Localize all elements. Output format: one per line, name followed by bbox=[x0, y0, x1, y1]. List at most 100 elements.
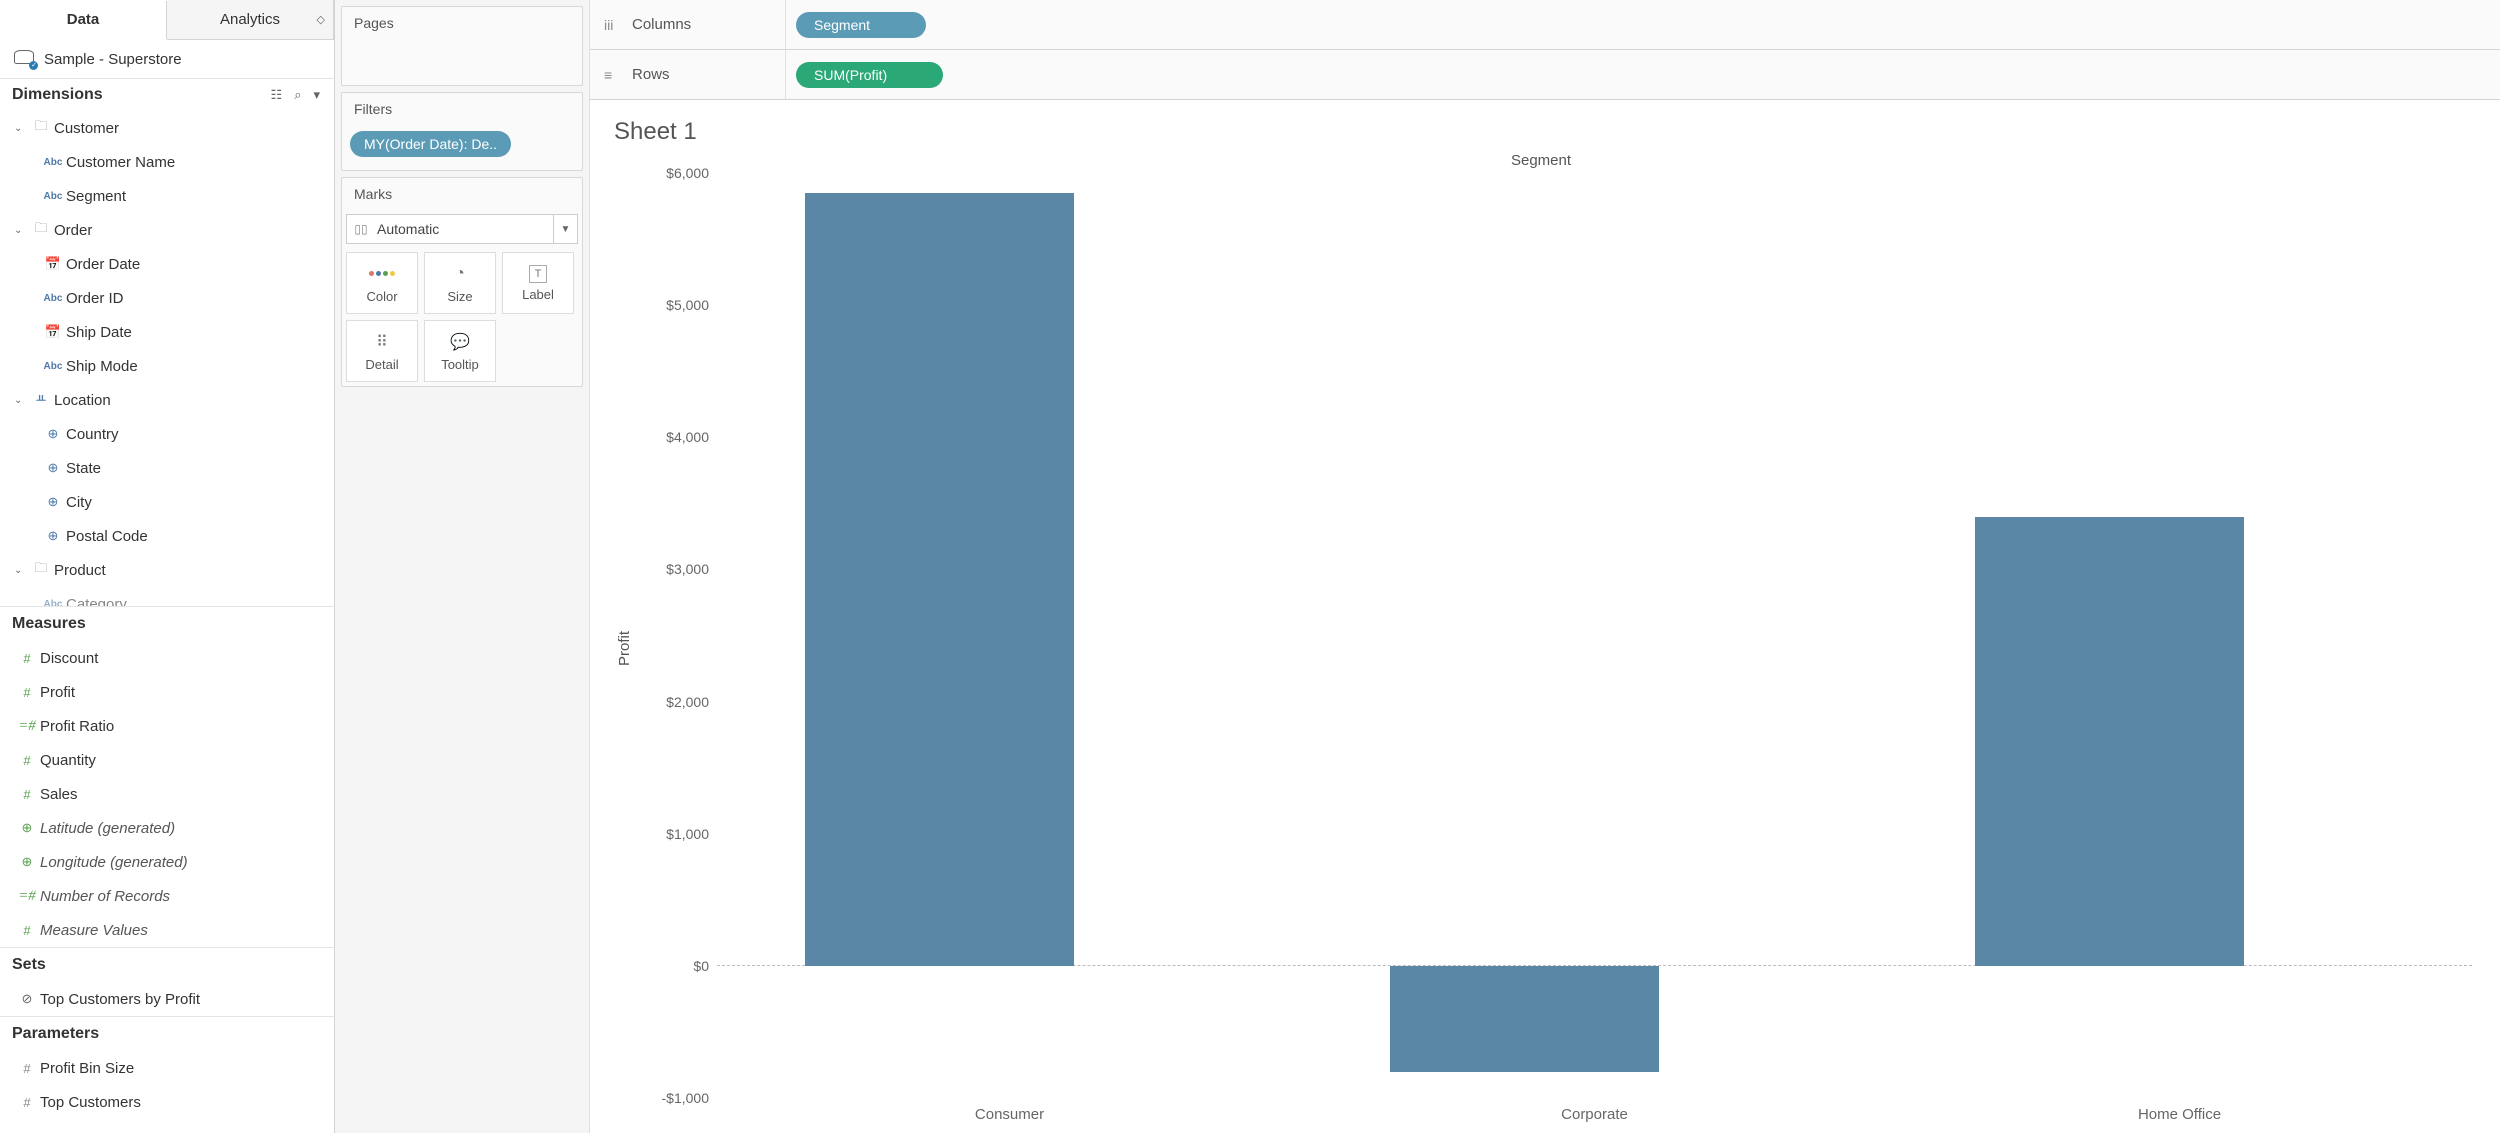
field-discount[interactable]: #Discount bbox=[0, 641, 334, 675]
globe-icon: ⊕ bbox=[40, 528, 66, 544]
filters-card[interactable]: Filters MY(Order Date): De.. bbox=[341, 92, 583, 171]
field-longitude[interactable]: ⊕Longitude (generated) bbox=[0, 845, 334, 879]
marks-color[interactable]: Color bbox=[346, 252, 418, 314]
sets-block: Sets ⊘Top Customers by Profit bbox=[0, 947, 334, 1016]
field-state[interactable]: ⊕State bbox=[0, 451, 334, 485]
field-profit-ratio[interactable]: =#Profit Ratio bbox=[0, 709, 334, 743]
y-axis-title: Profit bbox=[610, 173, 639, 1123]
bar[interactable] bbox=[805, 193, 1074, 966]
bar-icon: ▯▯ bbox=[347, 222, 375, 236]
hierarchy-location[interactable]: ⌄ᚇLocation bbox=[0, 383, 334, 417]
marks-type-label: Automatic bbox=[375, 221, 553, 237]
rows-pill-profit[interactable]: SUM(Profit) bbox=[796, 62, 943, 88]
datasource-name: Sample - Superstore bbox=[44, 51, 182, 68]
bar[interactable] bbox=[1390, 966, 1659, 1072]
y-tick: $2,000 bbox=[666, 694, 709, 710]
field-latitude[interactable]: ⊕Latitude (generated) bbox=[0, 811, 334, 845]
marks-size[interactable]: ◔ Size bbox=[424, 252, 496, 314]
field-measure-values[interactable]: #Measure Values bbox=[0, 913, 334, 947]
x-category: Home Office bbox=[1887, 1098, 2472, 1123]
number-icon: # bbox=[14, 753, 40, 768]
calc-icon: =# bbox=[14, 888, 40, 905]
bar[interactable] bbox=[1975, 517, 2244, 966]
abc-icon: Abc bbox=[40, 191, 66, 202]
folder-customer[interactable]: ⌄🗀Customer bbox=[0, 111, 334, 145]
folder-order[interactable]: ⌄🗀Order bbox=[0, 213, 334, 247]
number-icon: # bbox=[14, 651, 40, 666]
param-profit-bin[interactable]: #Profit Bin Size bbox=[0, 1051, 334, 1085]
x-category: Consumer bbox=[717, 1098, 1302, 1123]
dimensions-title: Dimensions bbox=[12, 86, 103, 104]
date-icon: 📅 bbox=[40, 256, 66, 272]
param-top-customers[interactable]: #Top Customers bbox=[0, 1085, 334, 1119]
tab-dropdown-icon[interactable]: ◇ bbox=[317, 13, 325, 26]
hierarchy-icon: ᚇ bbox=[28, 392, 54, 408]
marks-detail-label: Detail bbox=[365, 357, 398, 372]
field-ship-mode[interactable]: AbcShip Mode bbox=[0, 349, 334, 383]
field-label: Number of Records bbox=[40, 888, 170, 905]
sheet-title[interactable]: Sheet 1 bbox=[614, 118, 2472, 146]
set-top-customers[interactable]: ⊘Top Customers by Profit bbox=[0, 982, 334, 1016]
chevron-down-icon[interactable]: ▼ bbox=[553, 215, 577, 243]
number-icon: # bbox=[14, 1095, 40, 1110]
field-label: Sales bbox=[40, 786, 78, 803]
label-icon: T bbox=[529, 265, 547, 283]
y-tick: $3,000 bbox=[666, 561, 709, 577]
bars-container bbox=[717, 173, 2472, 1098]
datasource-row[interactable]: ✓ Sample - Superstore bbox=[0, 40, 334, 78]
folder-product[interactable]: ⌄🗀Product bbox=[0, 553, 334, 587]
marks-tooltip-label: Tooltip bbox=[441, 357, 479, 372]
field-ship-date[interactable]: 📅Ship Date bbox=[0, 315, 334, 349]
pages-card[interactable]: Pages bbox=[341, 6, 583, 86]
folder-label: Location bbox=[54, 392, 111, 409]
field-customer-name[interactable]: AbcCustomer Name bbox=[0, 145, 334, 179]
folder-icon: 🗀 bbox=[28, 219, 54, 241]
y-tick: -$1,000 bbox=[662, 1090, 709, 1106]
abc-icon: Abc bbox=[40, 293, 66, 304]
view-list-icon[interactable]: ☷ bbox=[269, 85, 285, 105]
field-segment[interactable]: AbcSegment bbox=[0, 179, 334, 213]
field-label: Profit bbox=[40, 684, 75, 701]
marks-detail[interactable]: ⠿ Detail bbox=[346, 320, 418, 382]
field-order-id[interactable]: AbcOrder ID bbox=[0, 281, 334, 315]
field-sales[interactable]: #Sales bbox=[0, 777, 334, 811]
field-label: Top Customers by Profit bbox=[40, 991, 200, 1008]
marks-color-label: Color bbox=[366, 289, 397, 304]
datasource-icon: ✓ bbox=[14, 50, 36, 68]
marks-tooltip[interactable]: 💬 Tooltip bbox=[424, 320, 496, 382]
tab-data[interactable]: Data bbox=[0, 1, 167, 40]
field-country[interactable]: ⊕Country bbox=[0, 417, 334, 451]
columns-shelf[interactable]: iii Columns Segment bbox=[590, 0, 2500, 50]
field-label: Profit Bin Size bbox=[40, 1060, 134, 1077]
field-category[interactable]: AbcCategory bbox=[0, 587, 334, 606]
filter-pill-order-date[interactable]: MY(Order Date): De.. bbox=[350, 131, 511, 157]
abc-icon: Abc bbox=[40, 361, 66, 372]
columns-icon: iii bbox=[604, 17, 622, 33]
field-label: Country bbox=[66, 426, 119, 443]
marks-type-select[interactable]: ▯▯ Automatic ▼ bbox=[346, 214, 578, 244]
field-order-date[interactable]: 📅Order Date bbox=[0, 247, 334, 281]
tab-analytics[interactable]: Analytics ◇ bbox=[167, 0, 334, 39]
marks-label[interactable]: T Label bbox=[502, 252, 574, 314]
rows-shelf[interactable]: ≡Rows SUM(Profit) bbox=[590, 50, 2500, 100]
x-category: Corporate bbox=[1302, 1098, 1887, 1123]
sets-title: Sets bbox=[0, 948, 334, 982]
columns-label: Columns bbox=[632, 16, 691, 33]
section-menu-icon[interactable]: ▾ bbox=[311, 85, 322, 105]
field-number-of-records[interactable]: =#Number of Records bbox=[0, 879, 334, 913]
detail-icon: ⠿ bbox=[376, 331, 388, 353]
plot-area[interactable]: -$1,000$0$1,000$2,000$3,000$4,000$5,000$… bbox=[639, 173, 2472, 1098]
field-quantity[interactable]: #Quantity bbox=[0, 743, 334, 777]
color-icon bbox=[368, 263, 396, 285]
field-city[interactable]: ⊕City bbox=[0, 485, 334, 519]
field-postal-code[interactable]: ⊕Postal Code bbox=[0, 519, 334, 553]
dimensions-header: Dimensions ☷ ⌕ ▾ bbox=[0, 78, 334, 111]
field-label: Measure Values bbox=[40, 922, 148, 939]
search-icon[interactable]: ⌕ bbox=[292, 85, 303, 105]
y-axis-ticks: -$1,000$0$1,000$2,000$3,000$4,000$5,000$… bbox=[639, 173, 717, 1098]
calc-icon: =# bbox=[14, 718, 40, 735]
field-label: Category bbox=[66, 596, 127, 607]
globe-icon: ⊕ bbox=[40, 494, 66, 510]
field-profit[interactable]: #Profit bbox=[0, 675, 334, 709]
columns-pill-segment[interactable]: Segment bbox=[796, 12, 926, 38]
